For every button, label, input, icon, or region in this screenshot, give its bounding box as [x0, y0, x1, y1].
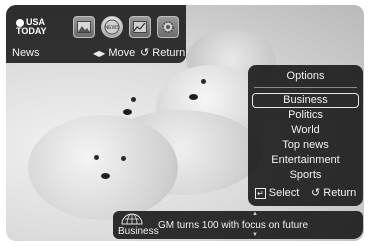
- return-hint-label: Return: [152, 47, 186, 59]
- background-bear-head: [28, 115, 178, 220]
- section-label: News: [12, 47, 40, 59]
- return-hint: ↺ Return: [311, 187, 356, 200]
- bear-eye: [94, 155, 99, 160]
- move-hint-label: Move: [108, 47, 136, 59]
- options-title: Options: [286, 70, 325, 82]
- return-arrow-icon: ↺: [140, 47, 150, 59]
- move-hint: ◀▶ Move: [93, 47, 135, 60]
- ticker-headline: GM turns 100 with focus on future: [158, 220, 309, 231]
- scroll-up-icon[interactable]: ▲: [252, 211, 258, 217]
- chart-icon[interactable]: [129, 16, 151, 38]
- bear-nose: [189, 94, 198, 100]
- bear-eye: [121, 156, 126, 161]
- usa-today-logo: USA TODAY: [16, 12, 52, 42]
- option-world[interactable]: World: [252, 124, 359, 137]
- option-politics[interactable]: Politics: [252, 109, 359, 122]
- bear-nose: [123, 109, 132, 115]
- return-hint: ↺ Return: [140, 47, 185, 60]
- option-business[interactable]: Business: [252, 93, 359, 108]
- return-arrow-icon: ↺: [311, 187, 321, 199]
- bear-nose: [101, 173, 110, 179]
- globe-icon: [121, 213, 143, 225]
- scroll-down-icon[interactable]: ▼: [252, 232, 258, 238]
- photos-icon[interactable]: [73, 16, 95, 38]
- settings-icon[interactable]: [157, 16, 179, 38]
- select-hint: ↵ Select: [255, 187, 299, 200]
- left-right-arrows-icon: ◀▶: [93, 49, 106, 58]
- enter-icon: ↵: [255, 188, 266, 199]
- logo-text: TODAY: [16, 26, 47, 36]
- option-top-news[interactable]: Top news: [252, 139, 359, 152]
- ticker-category: Business: [118, 226, 159, 237]
- divider: [254, 87, 357, 88]
- option-sports[interactable]: Sports: [252, 169, 359, 182]
- option-entertainment[interactable]: Entertainment: [252, 154, 359, 167]
- news-ticker[interactable]: Business ▲ GM turns 100 with focus on fu…: [113, 211, 363, 239]
- return-hint-label: Return: [323, 187, 357, 199]
- svg-text:NEWS: NEWS: [105, 25, 121, 31]
- bear-eye: [201, 79, 206, 84]
- select-hint-label: Select: [268, 187, 300, 199]
- widget-panel: USA TODAY NEWS News ◀▶ Move ↺ Return: [6, 5, 186, 63]
- bear-eye: [131, 97, 136, 102]
- options-menu: Options Business Politics World Top news…: [248, 65, 363, 206]
- news-icon[interactable]: NEWS: [101, 16, 123, 38]
